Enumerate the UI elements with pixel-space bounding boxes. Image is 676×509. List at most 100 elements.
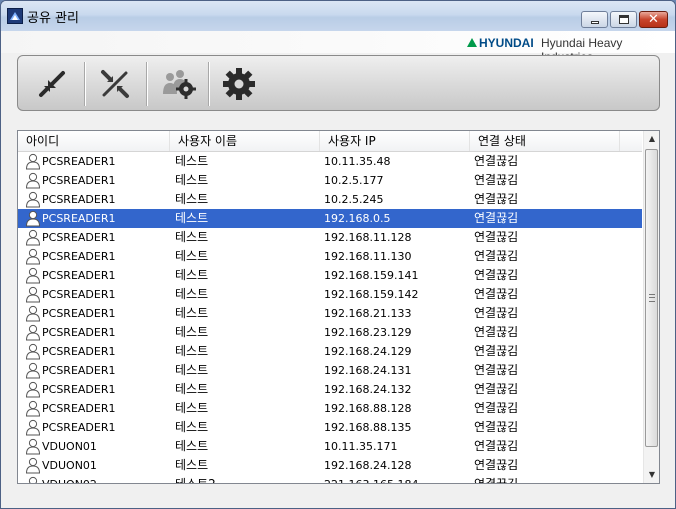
cell-connection-state: 연결끊김 bbox=[474, 211, 519, 225]
cell-id: PCSREADER1 bbox=[42, 307, 116, 320]
cell-connection-state: 연결끊김 bbox=[474, 230, 519, 244]
user-icon bbox=[25, 419, 41, 436]
settings-button[interactable] bbox=[209, 56, 269, 110]
user-icon bbox=[25, 438, 41, 455]
cell-id: PCSREADER1 bbox=[42, 212, 116, 225]
table-row[interactable]: VDUON01 테스트 192.168.24.128 연결끊김 bbox=[18, 456, 642, 475]
cell-connection-state: 연결끊김 bbox=[474, 401, 519, 415]
cell-user-ip: 10.2.5.177 bbox=[324, 174, 384, 187]
cell-connection-state: 연결끊김 bbox=[474, 477, 519, 484]
user-icon bbox=[25, 476, 41, 483]
cell-user-name: 테스트 bbox=[175, 230, 209, 244]
cell-id: PCSREADER1 bbox=[42, 174, 116, 187]
column-header-ip[interactable]: 사용자 IP bbox=[320, 131, 470, 151]
app-icon bbox=[7, 8, 23, 24]
cell-id: PCSREADER1 bbox=[42, 364, 116, 377]
user-icon bbox=[25, 153, 41, 170]
user-icon bbox=[25, 229, 41, 246]
connect-button[interactable] bbox=[22, 56, 82, 110]
brand-bar: HYUNDAI Hyundai Heavy Industries bbox=[1, 31, 675, 64]
table-row[interactable]: PCSREADER1 테스트 10.11.35.48 연결끊김 bbox=[18, 152, 642, 171]
cell-user-name: 테스트 bbox=[175, 344, 209, 358]
table-row[interactable]: VDUON01 테스트 10.11.35.171 연결끊김 bbox=[18, 437, 642, 456]
cell-user-ip: 192.168.88.135 bbox=[324, 421, 412, 434]
cell-user-name: 테스트 bbox=[175, 439, 209, 453]
cell-user-ip: 192.168.11.128 bbox=[324, 231, 412, 244]
cell-id: PCSREADER1 bbox=[42, 193, 116, 206]
table-row[interactable]: PCSREADER1 테스트 192.168.24.129 연결끊김 bbox=[18, 342, 642, 361]
grip-icon bbox=[649, 294, 655, 302]
table-row[interactable]: PCSREADER1 테스트 192.168.24.132 연결끊김 bbox=[18, 380, 642, 399]
cell-user-ip: 192.168.159.141 bbox=[324, 269, 419, 282]
scrollbar-thumb[interactable] bbox=[645, 149, 658, 447]
cell-id: PCSREADER1 bbox=[42, 383, 116, 396]
user-icon bbox=[25, 286, 41, 303]
table-row[interactable]: PCSREADER1 테스트 192.168.159.141 연결끊김 bbox=[18, 266, 642, 285]
logo-text: HYUNDAI bbox=[479, 36, 534, 50]
cell-user-name: 테스트 bbox=[175, 420, 209, 434]
table-row[interactable]: PCSREADER1 테스트 10.2.5.177 연결끊김 bbox=[18, 171, 642, 190]
maximize-button[interactable] bbox=[610, 11, 637, 28]
cell-user-ip: 10.11.35.48 bbox=[324, 155, 391, 168]
disconnect-button[interactable] bbox=[85, 56, 145, 110]
cell-id: PCSREADER1 bbox=[42, 231, 116, 244]
cell-user-ip: 192.168.23.129 bbox=[324, 326, 412, 339]
user-icon bbox=[25, 172, 41, 189]
cell-user-name: 테스트 bbox=[175, 249, 209, 263]
scroll-up-icon[interactable]: ▲ bbox=[644, 131, 659, 147]
table-row[interactable]: PCSREADER1 테스트 192.168.11.130 연결끊김 bbox=[18, 247, 642, 266]
connect-icon bbox=[39, 71, 65, 97]
logo-triangle-icon bbox=[467, 38, 477, 47]
cell-user-name: 테스트 bbox=[175, 268, 209, 282]
cell-connection-state: 연결끊김 bbox=[474, 382, 519, 396]
cell-id: PCSREADER1 bbox=[42, 345, 116, 358]
cell-user-name: 테스트 bbox=[175, 211, 209, 225]
cell-connection-state: 연결끊김 bbox=[474, 249, 519, 263]
cell-user-ip: 10.11.35.171 bbox=[324, 440, 398, 453]
cell-user-name: 테스트 bbox=[175, 325, 209, 339]
table-row[interactable]: PCSREADER1 테스트 192.168.88.128 연결끊김 bbox=[18, 399, 642, 418]
cell-user-ip: 221.163.165.184 bbox=[324, 475, 464, 483]
vertical-scrollbar[interactable]: ▲ ▼ bbox=[643, 131, 659, 483]
table-row[interactable]: PCSREADER1 테스트 192.168.11.128 연결끊김 bbox=[18, 228, 642, 247]
cell-user-name: 테스트 bbox=[175, 306, 209, 320]
cell-id: VDUON02 bbox=[42, 475, 168, 483]
table-row[interactable]: PCSREADER1 테스트 192.168.159.142 연결끊김 bbox=[18, 285, 642, 304]
table-row[interactable]: PCSREADER1 테스트 192.168.23.129 연결끊김 bbox=[18, 323, 642, 342]
users-settings-icon bbox=[163, 70, 196, 99]
user-settings-button[interactable] bbox=[147, 56, 207, 110]
column-header-state[interactable]: 연결 상태 bbox=[470, 131, 620, 151]
cell-user-name: 테스트 bbox=[175, 363, 209, 377]
cell-id: PCSREADER1 bbox=[42, 155, 116, 168]
title-bar[interactable]: 공유 관리 ✕ bbox=[1, 1, 675, 31]
cell-user-ip: 192.168.21.133 bbox=[324, 307, 412, 320]
table-row[interactable]: VDUON02 테스트2 221.163.165.184 연결끊김 bbox=[18, 475, 642, 484]
cell-user-ip: 192.168.11.130 bbox=[324, 250, 412, 263]
column-header-id[interactable]: 아이디 bbox=[18, 131, 170, 151]
window-title: 공유 관리 bbox=[27, 11, 79, 26]
cell-connection-state: 연결끊김 bbox=[474, 458, 519, 472]
close-button[interactable]: ✕ bbox=[639, 11, 668, 28]
table-row[interactable]: PCSREADER1 테스트 192.168.24.131 연결끊김 bbox=[18, 361, 642, 380]
scroll-down-icon[interactable]: ▼ bbox=[644, 467, 659, 483]
table-row[interactable]: PCSREADER1 테스트 192.168.21.133 연결끊김 bbox=[18, 304, 642, 323]
cell-connection-state: 연결끊김 bbox=[474, 344, 519, 358]
minimize-icon bbox=[591, 21, 599, 24]
table-row[interactable]: PCSREADER1 테스트 192.168.0.5 연결끊김 bbox=[18, 209, 642, 228]
share-list[interactable]: 아이디 사용자 이름 사용자 IP 연결 상태 PCSREADER1 테스트 10.… bbox=[17, 130, 660, 484]
cell-id: PCSREADER1 bbox=[42, 288, 116, 301]
cell-user-name: 테스트 bbox=[175, 154, 209, 168]
table-row[interactable]: PCSREADER1 테스트 192.168.88.135 연결끊김 bbox=[18, 418, 642, 437]
cell-connection-state: 연결끊김 bbox=[474, 325, 519, 339]
cell-connection-state: 연결끊김 bbox=[474, 287, 519, 301]
cell-connection-state: 연결끊김 bbox=[474, 154, 519, 168]
table-row[interactable]: PCSREADER1 테스트 10.2.5.245 연결끊김 bbox=[18, 190, 642, 209]
minimize-button[interactable] bbox=[581, 11, 608, 28]
cell-user-ip: 192.168.24.129 bbox=[324, 345, 412, 358]
cell-user-name: 테스트 bbox=[175, 287, 209, 301]
cell-user-name: 테스트 bbox=[175, 458, 209, 472]
cell-user-ip: 192.168.159.142 bbox=[324, 288, 419, 301]
column-header-name[interactable]: 사용자 이름 bbox=[170, 131, 320, 151]
close-icon: ✕ bbox=[648, 12, 659, 27]
user-icon bbox=[25, 248, 41, 265]
